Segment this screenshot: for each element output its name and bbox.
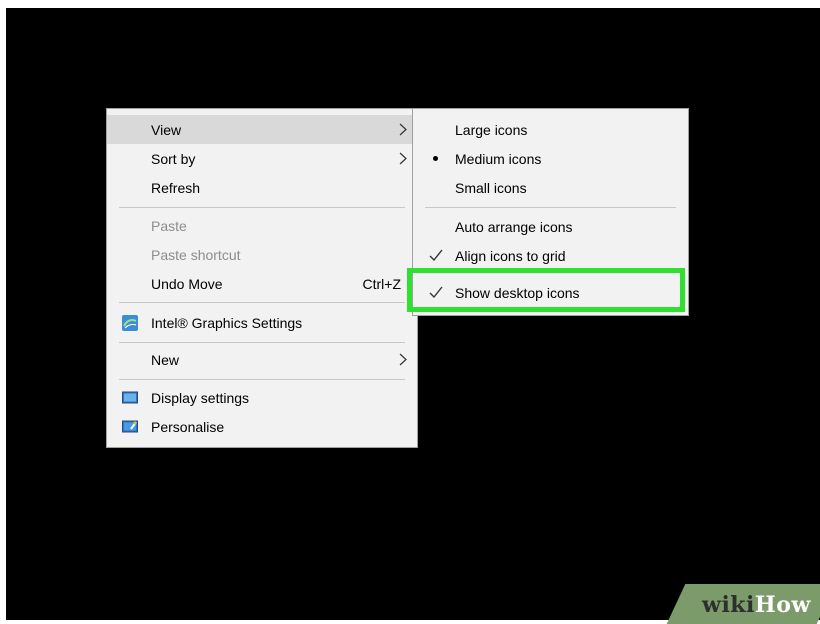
highlight-box (407, 268, 685, 312)
radio-bullet-icon (433, 156, 438, 161)
menu-item-new[interactable]: New (107, 345, 417, 374)
menu-separator (119, 207, 405, 208)
menu-item-personalise[interactable]: Personalise (107, 412, 417, 441)
submenu-item-medium-icons[interactable]: Medium icons (413, 144, 688, 173)
menu-item-label: Align icons to grid (455, 247, 566, 264)
menu-item-label: View (151, 121, 182, 138)
menu-item-label: Sort by (151, 150, 196, 167)
checkmark-icon (429, 249, 443, 262)
personalise-icon (122, 420, 138, 432)
submenu-item-align-grid[interactable]: Align icons to grid (413, 241, 688, 270)
menu-item-label: Paste (151, 217, 187, 234)
submenu-item-large-icons[interactable]: Large icons (413, 115, 688, 144)
desktop-context-menu: View Sort by Refresh Paste Paste shortcu… (106, 108, 418, 448)
menu-item-refresh[interactable]: Refresh (107, 173, 417, 202)
intel-graphics-icon (122, 314, 138, 331)
wikihow-watermark: wikiHow (702, 592, 811, 618)
menu-item-label: Large icons (455, 121, 528, 138)
menu-item-display-settings[interactable]: Display settings (107, 383, 417, 412)
menu-item-view[interactable]: View (107, 115, 417, 144)
chevron-right-icon (399, 152, 407, 165)
display-settings-icon (122, 391, 138, 403)
menu-separator (119, 379, 405, 380)
menu-item-sort-by[interactable]: Sort by (107, 144, 417, 173)
watermark-how: How (754, 592, 811, 618)
menu-separator (119, 302, 405, 303)
menu-item-intel-graphics[interactable]: Intel® Graphics Settings (107, 308, 417, 337)
menu-item-label: Small icons (455, 179, 527, 196)
menu-item-label: Intel® Graphics Settings (151, 314, 303, 331)
menu-item-label: Personalise (151, 418, 225, 435)
menu-item-label: Auto arrange icons (455, 218, 573, 235)
chevron-right-icon (399, 123, 407, 136)
menu-item-label: Paste shortcut (151, 246, 241, 263)
watermark-wiki: wiki (702, 592, 755, 618)
menu-item-label: Undo Move (151, 275, 223, 292)
menu-item-undo-move[interactable]: Undo Move Ctrl+Z (107, 269, 417, 298)
submenu-item-small-icons[interactable]: Small icons (413, 173, 688, 202)
chevron-right-icon (399, 353, 407, 366)
menu-separator (119, 342, 405, 343)
menu-item-label: New (151, 351, 180, 368)
menu-item-label: Refresh (151, 179, 201, 196)
menu-item-paste-shortcut: Paste shortcut (107, 240, 417, 269)
menu-item-label: Display settings (151, 389, 250, 406)
menu-item-paste: Paste (107, 211, 417, 240)
menu-separator (425, 207, 676, 208)
menu-item-label: Medium icons (455, 150, 542, 167)
keyboard-shortcut: Ctrl+Z (362, 275, 402, 292)
submenu-item-auto-arrange[interactable]: Auto arrange icons (413, 212, 688, 241)
